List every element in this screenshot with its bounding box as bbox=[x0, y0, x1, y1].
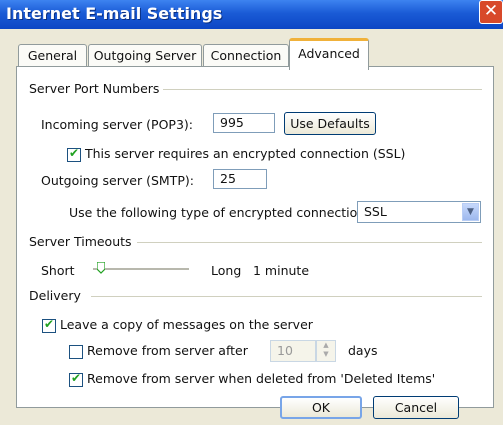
leave-copy-checkbox[interactable] bbox=[42, 317, 56, 333]
timeout-short-label: Short bbox=[41, 263, 75, 278]
timeout-value-label: 1 minute bbox=[253, 263, 310, 278]
spin-up-icon[interactable]: ▲ bbox=[317, 341, 335, 350]
use-defaults-button[interactable]: Use Defaults bbox=[284, 112, 376, 135]
spin-down-icon[interactable]: ▼ bbox=[317, 350, 335, 359]
tab-outgoing-server[interactable]: Outgoing Server bbox=[88, 44, 202, 67]
close-button[interactable]: ✕ bbox=[479, 0, 503, 24]
tab-advanced[interactable]: Advanced bbox=[289, 38, 369, 70]
timeout-long-label: Long bbox=[211, 263, 242, 278]
remove-after-label: Remove from server after bbox=[87, 343, 248, 358]
incoming-server-label: Incoming server (POP3): bbox=[41, 117, 193, 132]
cancel-button[interactable]: Cancel bbox=[373, 396, 459, 419]
remove-deleted-checkbox[interactable] bbox=[69, 371, 83, 387]
leave-copy-label: Leave a copy of messages on the server bbox=[60, 317, 313, 332]
days-unit-label: days bbox=[348, 343, 378, 358]
server-timeouts-group-label: Server Timeouts bbox=[29, 234, 136, 249]
encryption-type-label: Use the following type of encrypted conn… bbox=[69, 205, 370, 220]
remove-deleted-label: Remove from server when deleted from 'De… bbox=[87, 371, 436, 386]
remove-after-checkbox[interactable] bbox=[69, 345, 83, 359]
encryption-type-select[interactable]: SSL ▼ bbox=[357, 201, 481, 223]
outgoing-port-field[interactable]: 25 bbox=[213, 169, 267, 189]
incoming-port-field[interactable]: 995 bbox=[213, 113, 275, 133]
group-divider bbox=[91, 296, 482, 297]
timeout-slider-track[interactable] bbox=[93, 268, 189, 271]
tab-general[interactable]: General bbox=[18, 44, 87, 67]
title-bar: Internet E-mail Settings ✕ bbox=[0, 0, 503, 29]
ssl-incoming-label: This server requires an encrypted connec… bbox=[85, 146, 406, 161]
advanced-panel: Server Port Numbers Incoming server (POP… bbox=[16, 66, 494, 408]
ssl-incoming-checkbox[interactable] bbox=[67, 146, 81, 162]
close-icon: ✕ bbox=[483, 1, 499, 21]
encryption-type-value: SSL bbox=[364, 204, 387, 219]
group-divider bbox=[147, 89, 482, 90]
tab-connection[interactable]: Connection bbox=[203, 44, 289, 67]
days-spinner[interactable]: ▲ ▼ bbox=[316, 340, 336, 362]
outgoing-server-label: Outgoing server (SMTP): bbox=[41, 173, 194, 188]
slider-thumb-icon[interactable] bbox=[97, 262, 105, 274]
chevron-down-icon[interactable]: ▼ bbox=[462, 203, 479, 221]
group-divider bbox=[137, 242, 482, 243]
ok-button[interactable]: OK bbox=[280, 396, 362, 419]
remove-after-days-field[interactable]: 10 bbox=[270, 340, 316, 362]
delivery-group-label: Delivery bbox=[29, 288, 85, 303]
server-ports-group-label: Server Port Numbers bbox=[29, 81, 164, 96]
window-title: Internet E-mail Settings bbox=[6, 4, 223, 23]
